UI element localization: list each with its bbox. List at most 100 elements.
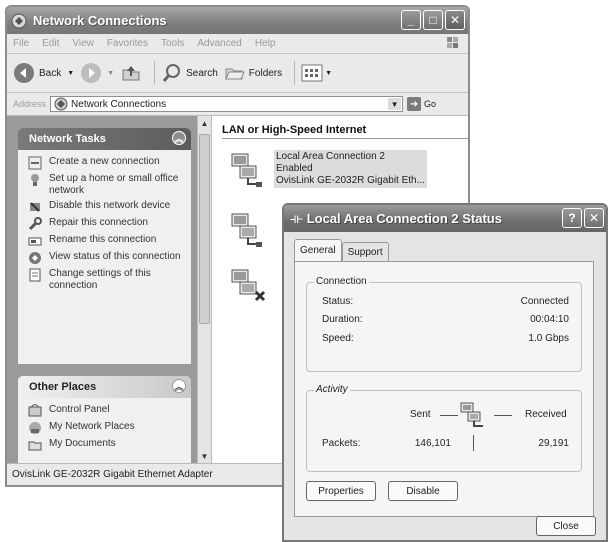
search-icon bbox=[162, 64, 181, 82]
task-home-network[interactable]: Set up a home or small office network bbox=[28, 173, 187, 197]
packets-sent-value: 146,101 bbox=[414, 438, 451, 449]
back-arrow-icon bbox=[14, 63, 34, 83]
task-create-connection[interactable]: Create a new connection bbox=[28, 156, 187, 170]
help-button[interactable]: ? bbox=[562, 208, 582, 228]
toolbar-separator bbox=[154, 61, 156, 85]
task-label: Set up a home or small office network bbox=[49, 173, 179, 196]
go-label: Go bbox=[424, 99, 437, 109]
forward-button[interactable]: ▼ bbox=[80, 62, 114, 84]
back-dropdown-icon[interactable]: ▼ bbox=[67, 70, 74, 77]
back-button[interactable]: Back ▼ bbox=[13, 62, 74, 84]
collapse-chevron-icon[interactable]: ︽ bbox=[172, 379, 186, 393]
place-control-panel[interactable]: Control Panel bbox=[28, 404, 187, 418]
repair-icon bbox=[28, 217, 42, 231]
menu-file[interactable]: File bbox=[13, 38, 29, 49]
status-label: Status: bbox=[322, 296, 354, 307]
views-button[interactable]: ▼ bbox=[301, 63, 332, 83]
minimize-button[interactable]: _ bbox=[401, 10, 421, 30]
forward-arrow-icon bbox=[81, 63, 102, 83]
menu-tools[interactable]: Tools bbox=[161, 38, 184, 49]
connection-item-selected[interactable]: Local Area Connection 2 Enabled OvisLink… bbox=[228, 150, 427, 190]
other-places-header[interactable]: Other Places ︽ bbox=[18, 376, 191, 398]
place-label: Control Panel bbox=[49, 404, 110, 415]
windows-logo-icon bbox=[447, 37, 458, 48]
status-value: Connected bbox=[520, 296, 569, 307]
connection-details: Local Area Connection 2 Enabled OvisLink… bbox=[274, 150, 427, 188]
address-bar: Address Network Connections ▼ ➜ Go bbox=[7, 93, 468, 116]
packets-label: Packets: bbox=[322, 438, 361, 449]
up-folder-button[interactable] bbox=[120, 62, 142, 84]
connection-item-disconnected[interactable] bbox=[228, 266, 268, 306]
network-tasks-title: Network Tasks bbox=[29, 133, 106, 145]
activity-computers-icon bbox=[460, 402, 483, 427]
task-change-settings[interactable]: Change settings of this connection bbox=[28, 268, 187, 292]
activity-group: Activity Sent Received Packets: 146,101 … bbox=[306, 384, 582, 472]
connection-status: Enabled bbox=[276, 163, 313, 174]
tab-general[interactable]: General bbox=[294, 239, 342, 261]
task-repair-connection[interactable]: Repair this connection bbox=[28, 217, 187, 231]
packets-received-value: 29,191 bbox=[538, 438, 569, 449]
task-label: Create a new connection bbox=[49, 156, 160, 167]
maximize-button[interactable]: □ bbox=[423, 10, 443, 30]
network-tasks-header[interactable]: Network Tasks ︽ bbox=[18, 128, 191, 150]
settings-icon bbox=[28, 268, 42, 282]
network-tasks-panel: Network Tasks ︽ Create a new connection … bbox=[18, 128, 191, 364]
lan-connection-icon bbox=[231, 153, 262, 187]
task-label: Repair this connection bbox=[49, 217, 148, 228]
menu-view[interactable]: View bbox=[72, 38, 94, 49]
go-arrow-icon: ➜ bbox=[407, 97, 422, 111]
dialog-close-x-button[interactable]: ✕ bbox=[584, 208, 604, 228]
close-button[interactable]: ✕ bbox=[445, 10, 465, 30]
task-view-status[interactable]: View status of this connection bbox=[28, 251, 187, 265]
menu-advanced[interactable]: Advanced bbox=[197, 38, 241, 49]
sent-label: Sent bbox=[410, 409, 431, 420]
menu-edit[interactable]: Edit bbox=[42, 38, 59, 49]
address-dropdown-icon[interactable]: ▼ bbox=[388, 98, 402, 110]
task-label: Disable this network device bbox=[49, 200, 171, 211]
packets-divider bbox=[473, 435, 474, 451]
connection-name: Local Area Connection 2 bbox=[276, 151, 385, 162]
network-connections-icon bbox=[11, 13, 27, 28]
forward-dropdown-icon[interactable]: ▼ bbox=[107, 70, 114, 77]
scroll-up-icon[interactable]: ▲ bbox=[199, 117, 210, 129]
place-my-documents[interactable]: My Documents bbox=[28, 438, 187, 452]
disable-button[interactable]: Disable bbox=[388, 481, 458, 501]
properties-button[interactable]: Properties bbox=[306, 481, 376, 501]
task-rename-connection[interactable]: Rename this connection bbox=[28, 234, 187, 248]
disconnected-lan-icon bbox=[231, 269, 266, 302]
received-label: Received bbox=[525, 409, 567, 420]
task-pane-scrollbar[interactable]: ▲ ▼ bbox=[197, 116, 212, 463]
status-bar-text: OvisLink GE-2032R Gigabit Ethernet Adapt… bbox=[12, 469, 213, 480]
collapse-chevron-icon[interactable]: ︽ bbox=[172, 131, 186, 145]
section-divider bbox=[222, 138, 468, 139]
scroll-down-icon[interactable]: ▼ bbox=[199, 450, 210, 462]
status-icon bbox=[28, 251, 42, 265]
menu-help[interactable]: Help bbox=[255, 38, 276, 49]
folders-button[interactable]: Folders bbox=[224, 62, 282, 84]
go-button[interactable]: ➜ Go bbox=[407, 97, 436, 111]
place-network-places[interactable]: My Network Places bbox=[28, 421, 187, 435]
window-titlebar[interactable]: Network Connections _ □ ✕ bbox=[7, 7, 468, 34]
sent-line bbox=[440, 415, 458, 416]
views-dropdown-icon[interactable]: ▼ bbox=[325, 70, 332, 77]
task-disable-device[interactable]: Disable this network device bbox=[28, 200, 187, 214]
task-pane: Network Tasks ︽ Create a new connection … bbox=[7, 116, 197, 478]
search-button[interactable]: Search bbox=[161, 62, 218, 84]
views-icon bbox=[301, 64, 323, 82]
address-value: Network Connections bbox=[71, 98, 167, 110]
speed-value: 1.0 Gbps bbox=[528, 333, 569, 344]
control-panel-icon bbox=[28, 404, 42, 418]
address-label: Address bbox=[13, 99, 47, 109]
tab-support[interactable]: Support bbox=[341, 242, 389, 261]
network-places-icon bbox=[28, 421, 42, 435]
menu-bar: File Edit View Favorites Tools Advanced … bbox=[7, 34, 468, 54]
dialog-close-button[interactable]: Close bbox=[536, 516, 596, 536]
search-label: Search bbox=[186, 67, 218, 79]
connection-group-label: Connection bbox=[314, 276, 369, 287]
address-input[interactable]: Network Connections ▼ bbox=[50, 96, 404, 112]
connection-item[interactable] bbox=[228, 210, 268, 250]
menu-favorites[interactable]: Favorites bbox=[107, 38, 148, 49]
task-label: View status of this connection bbox=[49, 251, 181, 262]
scrollbar-thumb[interactable] bbox=[199, 134, 210, 324]
dialog-titlebar[interactable]: ⟛ Local Area Connection 2 Status ? ✕ bbox=[284, 205, 606, 232]
